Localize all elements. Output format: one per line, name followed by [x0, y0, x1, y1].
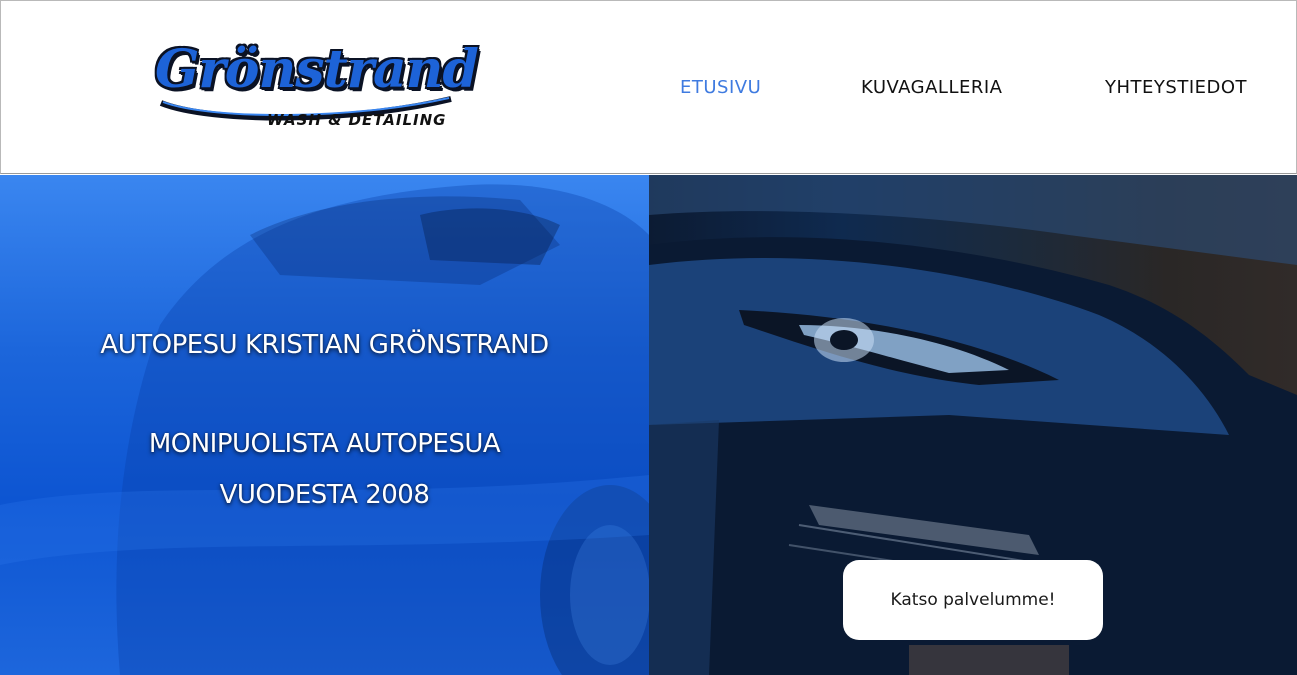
- nav-yhteystiedot[interactable]: YHTEYSTIEDOT: [1105, 77, 1247, 101]
- hero-subtitle-line2: VUODESTA 2008: [219, 480, 430, 510]
- site-header: Grönstrand WASH & DETAILING ETUSIVU KUVA…: [0, 0, 1297, 174]
- hero-subtitle-line1: MONIPUOLISTA AUTOPESUA: [148, 429, 501, 459]
- hero-title: AUTOPESU KRISTIAN GRÖNSTRAND: [100, 330, 549, 360]
- brand-logo[interactable]: Grönstrand WASH & DETAILING: [151, 39, 479, 139]
- nav-kuvagalleria[interactable]: KUVAGALLERIA: [861, 77, 1002, 101]
- car-silhouette-icon: [0, 184, 649, 675]
- hero-left-panel: AUTOPESU KRISTIAN GRÖNSTRAND MONIPUOLIST…: [0, 175, 649, 675]
- services-cta-button[interactable]: Katso palvelumme!: [843, 560, 1103, 640]
- logo-wordmark: Grönstrand: [155, 39, 479, 100]
- nav-etusivu[interactable]: ETUSIVU: [680, 77, 761, 101]
- hero-section: AUTOPESU KRISTIAN GRÖNSTRAND MONIPUOLIST…: [0, 175, 1297, 675]
- logo-tagline: WASH & DETAILING: [267, 111, 447, 129]
